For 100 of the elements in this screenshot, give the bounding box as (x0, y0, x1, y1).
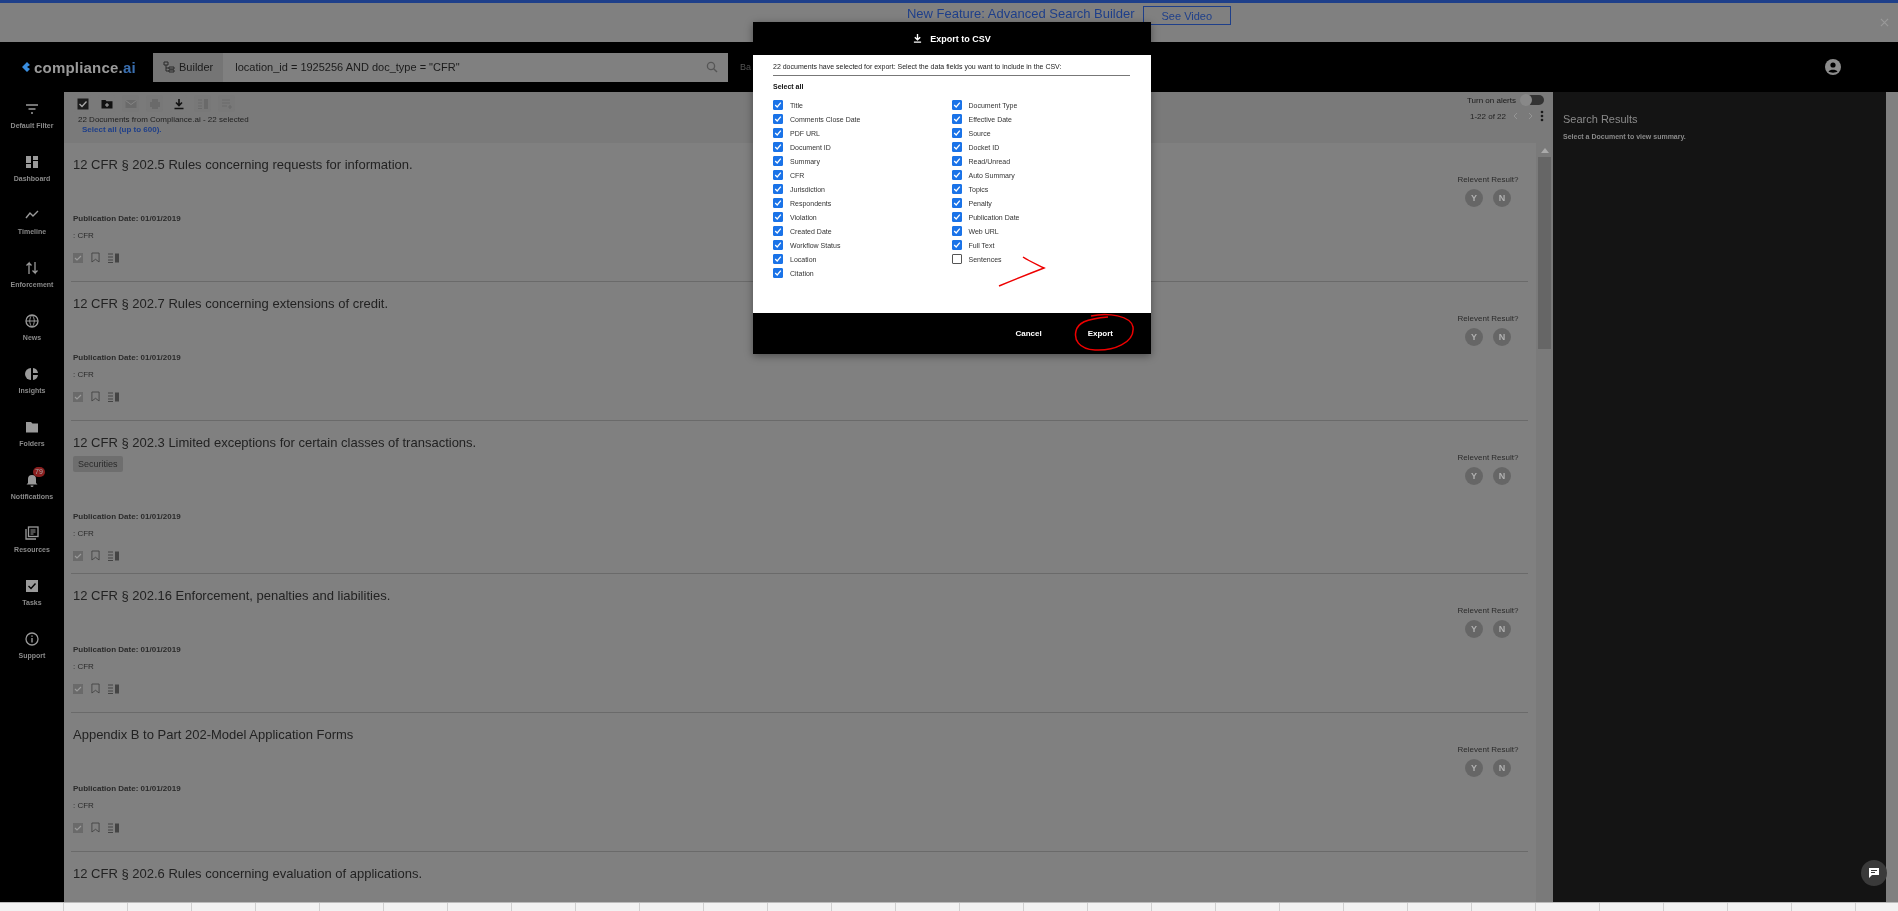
yes-button[interactable]: Y (1465, 620, 1483, 638)
checkbox[interactable] (73, 550, 83, 561)
checkbox[interactable] (73, 822, 83, 833)
checkbox[interactable] (73, 391, 83, 402)
dialog-title: Export to CSV (930, 33, 991, 44)
columns-icon[interactable] (108, 391, 120, 402)
relevance-label: Relevent Result? (1457, 175, 1519, 184)
relevance-label: Relevent Result? (1457, 453, 1519, 462)
alerts-toggle[interactable] (1522, 95, 1544, 105)
logo-icon (20, 61, 32, 73)
pagination-text: 1-22 of 22 (1469, 111, 1506, 121)
alerts-label: Turn on alerts (1466, 95, 1516, 105)
checkbox[interactable] (951, 142, 962, 152)
checkbox[interactable] (773, 212, 783, 222)
no-button[interactable]: N (1493, 620, 1511, 638)
checkbox[interactable] (951, 128, 962, 138)
bell-icon (25, 473, 39, 487)
columns-icon[interactable] (108, 252, 120, 263)
folder-plus-icon (100, 97, 113, 110)
checkbox[interactable] (73, 683, 83, 694)
document-source: : CFR (73, 662, 95, 671)
select-all-button[interactable] (74, 95, 91, 112)
checkbox[interactable] (773, 142, 783, 152)
document-source: : CFR (73, 370, 95, 379)
banner-text: New Feature: Advanced Search Builder (906, 6, 1135, 22)
checkbox[interactable] (951, 156, 962, 166)
document-title[interactable]: 12 CFR § 202.3 Limited exceptions for certain classes of transactions. (73, 434, 477, 452)
publication-date: Publication Date: 01/01/2019 (73, 784, 182, 793)
builder-button[interactable]: Builder (153, 52, 224, 82)
checkbox[interactable] (773, 114, 783, 124)
checkbox[interactable] (951, 100, 962, 110)
hierarchy-icon (163, 61, 175, 73)
checkbox[interactable] (951, 240, 962, 250)
checkbox[interactable] (951, 212, 962, 222)
video-button[interactable]: See Video (1142, 6, 1232, 25)
checkbox[interactable] (773, 170, 783, 180)
export-button[interactable]: Export (1085, 325, 1115, 342)
no-button[interactable]: N (1493, 467, 1511, 485)
yes-button[interactable]: Y (1465, 759, 1483, 777)
checkbox[interactable] (773, 156, 783, 166)
checkbox[interactable] (773, 128, 783, 138)
logo[interactable]: compliance.ai (34, 58, 136, 76)
info-icon (25, 632, 39, 646)
account-icon[interactable] (1825, 59, 1841, 75)
dashboard-icon (25, 155, 39, 169)
checkbox-icon (25, 579, 39, 593)
checkbox[interactable] (773, 100, 783, 110)
search-field[interactable]: Builder location_id = 1925256 AND doc_type = "CFR" (153, 52, 728, 82)
globe-icon (25, 314, 39, 328)
checkbox[interactable] (951, 114, 962, 124)
document-title[interactable]: 12 CFR § 202.16 Enforcement, penalties and liabilities. (73, 587, 391, 605)
publication-date: Publication Date: 01/01/2019 (73, 512, 182, 521)
basic-search-link[interactable]: Ba (740, 62, 751, 72)
download-icon (913, 34, 923, 43)
relevance-label: Relevent Result? (1457, 606, 1519, 615)
document-source: : CFR (73, 801, 95, 810)
library-icon (25, 526, 39, 540)
columns-icon[interactable] (108, 550, 120, 561)
publication-date: Publication Date: 01/01/2019 (73, 353, 182, 362)
publication-date: Publication Date: 01/01/2019 (73, 645, 182, 654)
pie-chart-icon (25, 367, 39, 381)
results-count: 22 Documents from Compliance.ai - 22 selected (78, 115, 249, 124)
no-button[interactable]: N (1493, 759, 1511, 777)
checkbox[interactable] (951, 184, 962, 194)
more-icon[interactable] (1540, 110, 1544, 122)
document-title[interactable]: 12 CFR § 202.6 Rules concerning evaluation of applications. (73, 865, 423, 883)
checkbox[interactable] (951, 254, 962, 264)
no-button[interactable]: N (1493, 328, 1511, 346)
publication-date: Publication Date: 01/01/2019 (73, 214, 182, 223)
checkbox[interactable] (773, 198, 783, 208)
checkbox[interactable] (73, 252, 83, 263)
topic-tag[interactable]: Securities (73, 456, 123, 472)
checkbox[interactable] (773, 254, 783, 264)
no-button[interactable]: N (1493, 189, 1511, 207)
columns-icon[interactable] (108, 822, 120, 833)
checkbox[interactable] (951, 170, 962, 180)
checkbox[interactable] (773, 268, 783, 278)
relevance-label: Relevent Result? (1457, 314, 1519, 323)
yes-button[interactable]: Y (1465, 467, 1483, 485)
folder-icon (25, 420, 39, 434)
checkbox[interactable] (773, 226, 783, 236)
yes-button[interactable]: Y (1465, 189, 1483, 207)
document-source: : CFR (73, 231, 95, 240)
mail-icon (124, 97, 137, 110)
checkbox[interactable] (951, 198, 962, 208)
scrollbar[interactable] (1536, 143, 1553, 902)
document-title[interactable]: 12 CFR § 202.5 Rules concerning requests for information. (73, 156, 413, 174)
yes-button[interactable]: Y (1465, 328, 1483, 346)
checkbox[interactable] (773, 240, 783, 250)
relevance-label: Relevent Result? (1457, 745, 1519, 754)
arrows-icon (25, 261, 39, 275)
checkbox[interactable] (951, 226, 962, 236)
cancel-button[interactable]: Cancel (1013, 325, 1044, 342)
select-all-link[interactable]: Select all (up to 600). (82, 125, 249, 134)
columns-icon[interactable] (108, 683, 120, 694)
document-title[interactable]: Appendix B to Part 202-Model Application Forms (73, 726, 354, 744)
document-source: : CFR (73, 529, 95, 538)
checkbox[interactable] (773, 184, 783, 194)
document-title[interactable]: 12 CFR § 202.7 Rules concerning extensions of credit. (73, 295, 389, 313)
chat-icon (1868, 867, 1880, 879)
